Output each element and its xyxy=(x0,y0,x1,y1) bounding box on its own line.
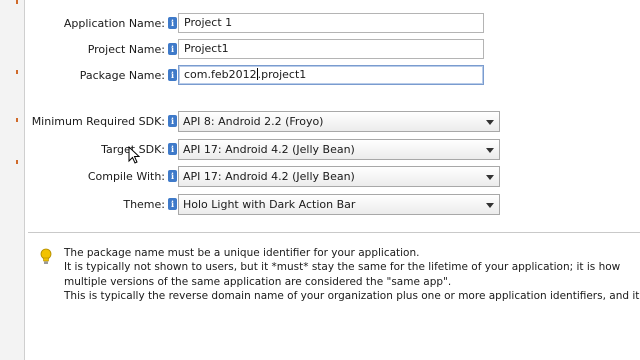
package-name-text-tail: .project1 xyxy=(257,68,307,81)
package-name-field[interactable]: com.feb2012.project1 xyxy=(178,65,484,85)
project-name-row: Project Name: i Project1 xyxy=(0,39,640,61)
info-icon: i xyxy=(168,69,177,81)
theme-row: Theme: i Holo Light with Dark Action Bar xyxy=(0,194,640,216)
min-sdk-row: Minimum Required SDK: i API 8: Android 2… xyxy=(0,111,640,133)
theme-dropdown[interactable]: Holo Light with Dark Action Bar xyxy=(178,194,500,215)
help-line: multiple versions of the same applicatio… xyxy=(64,275,452,288)
application-name-field[interactable]: Project 1 xyxy=(178,13,484,33)
info-icon: i xyxy=(168,198,177,210)
target-sdk-row: Target SDK: i API 17: Android 4.2 (Jelly… xyxy=(0,139,640,161)
chevron-down-icon[interactable] xyxy=(486,203,494,208)
target-sdk-dropdown[interactable]: API 17: Android 4.2 (Jelly Bean) xyxy=(178,139,500,160)
compile-with-row: Compile With: i API 17: Android 4.2 (Jel… xyxy=(0,166,640,188)
section-divider xyxy=(28,232,640,233)
min-sdk-value: API 8: Android 2.2 (Froyo) xyxy=(183,115,324,128)
package-name-label: Package Name: xyxy=(79,69,165,82)
project-name-label: Project Name: xyxy=(87,43,165,56)
help-line: The package name must be a unique identi… xyxy=(64,247,420,259)
compile-with-value: API 17: Android 4.2 (Jelly Bean) xyxy=(183,170,355,183)
theme-value: Holo Light with Dark Action Bar xyxy=(183,198,356,211)
chevron-down-icon[interactable] xyxy=(486,120,494,125)
application-name-row: Application Name: i Project 1 xyxy=(0,13,640,35)
left-accent-mark xyxy=(16,0,18,4)
info-icon: i xyxy=(168,17,177,29)
package-name-row: Package Name: i com.feb2012.project1 xyxy=(0,65,640,87)
compile-with-label: Compile With: xyxy=(87,170,165,183)
mouse-cursor-icon xyxy=(128,146,140,164)
compile-with-dropdown[interactable]: API 17: Android 4.2 (Jelly Bean) xyxy=(178,166,500,187)
info-icon: i xyxy=(168,143,177,155)
min-sdk-label: Minimum Required SDK: xyxy=(31,115,165,128)
info-icon: i xyxy=(168,43,177,55)
help-text: The package name must be a unique identi… xyxy=(64,246,640,304)
theme-label: Theme: xyxy=(123,198,165,211)
target-sdk-value: API 17: Android 4.2 (Jelly Bean) xyxy=(183,143,355,156)
project-name-field[interactable]: Project1 xyxy=(178,39,484,59)
package-name-text: com.feb2012 xyxy=(184,68,257,81)
help-line: It is typically not shown to users, but … xyxy=(64,261,621,274)
chevron-down-icon[interactable] xyxy=(486,175,494,180)
lightbulb-icon xyxy=(40,248,52,264)
info-icon: i xyxy=(168,170,177,182)
application-name-label: Application Name: xyxy=(63,17,165,30)
min-sdk-dropdown[interactable]: API 8: Android 2.2 (Froyo) xyxy=(178,111,500,132)
info-icon: i xyxy=(168,115,177,127)
help-line: This is typically the reverse domain nam… xyxy=(64,290,640,303)
chevron-down-icon[interactable] xyxy=(486,148,494,153)
